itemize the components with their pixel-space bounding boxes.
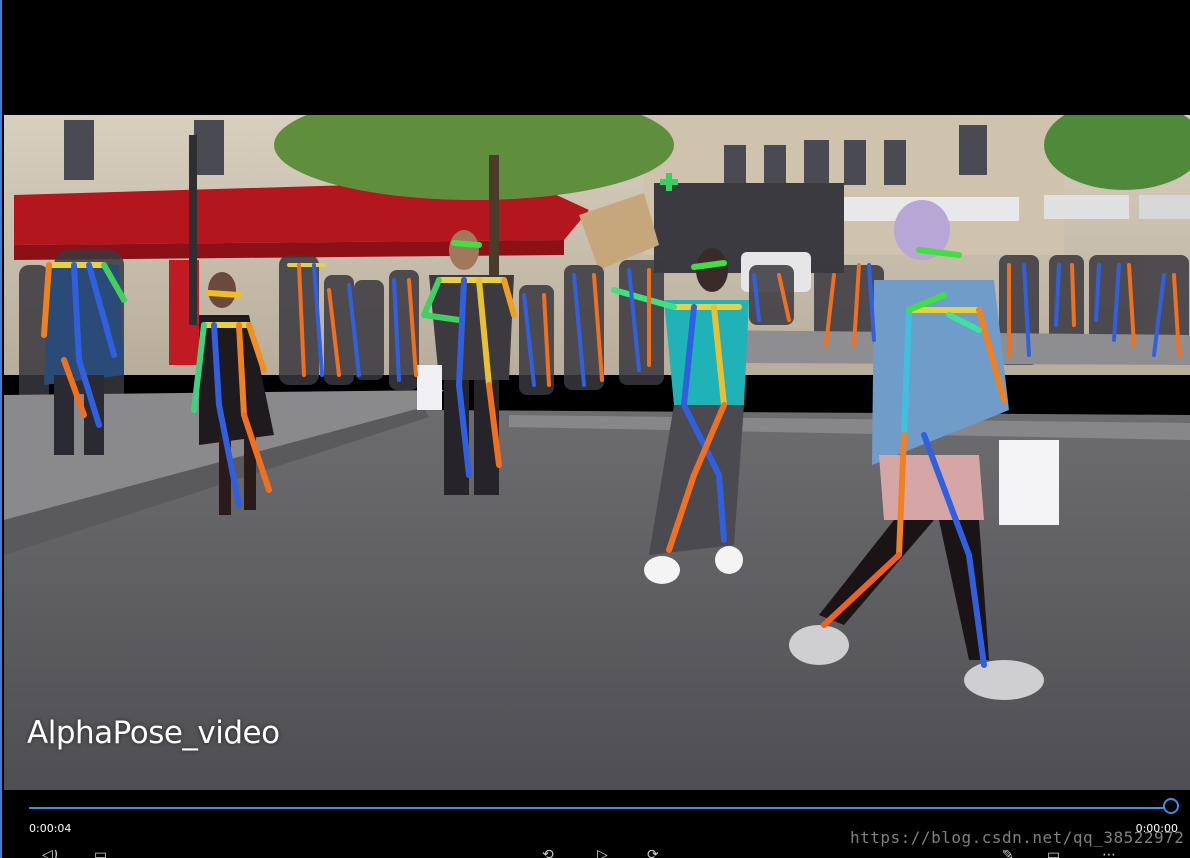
video-player-window: AlphaPose_video 0:00:04 0:00:00 https://…	[0, 0, 1190, 858]
volume-icon[interactable]: ◁)	[42, 850, 58, 858]
shopping-bag	[999, 440, 1059, 525]
seek-thumb[interactable]	[1163, 798, 1179, 814]
lamp-post	[189, 135, 197, 325]
subtitles-icon[interactable]: ▭	[94, 850, 107, 858]
edit-icon[interactable]: ✎	[1002, 850, 1014, 858]
watermark: https://blog.csdn.net/qq_38522972	[850, 828, 1185, 847]
fullscreen-icon[interactable]: ▭	[1047, 850, 1060, 858]
rewind-icon[interactable]: ⟲	[542, 850, 554, 858]
elapsed-time: 0:00:04	[29, 822, 72, 835]
seek-bar[interactable]	[29, 807, 1171, 809]
video-title: AlphaPose_video	[27, 715, 280, 751]
forward-icon[interactable]: ⟳	[647, 850, 659, 858]
top-letterbox	[2, 0, 1190, 115]
more-icon[interactable]: ⋯	[1102, 850, 1116, 858]
tree-trunk	[489, 155, 499, 275]
play-icon[interactable]: ▷	[597, 850, 608, 858]
player-controls	[2, 790, 1190, 858]
video-frame[interactable]	[4, 115, 1190, 790]
